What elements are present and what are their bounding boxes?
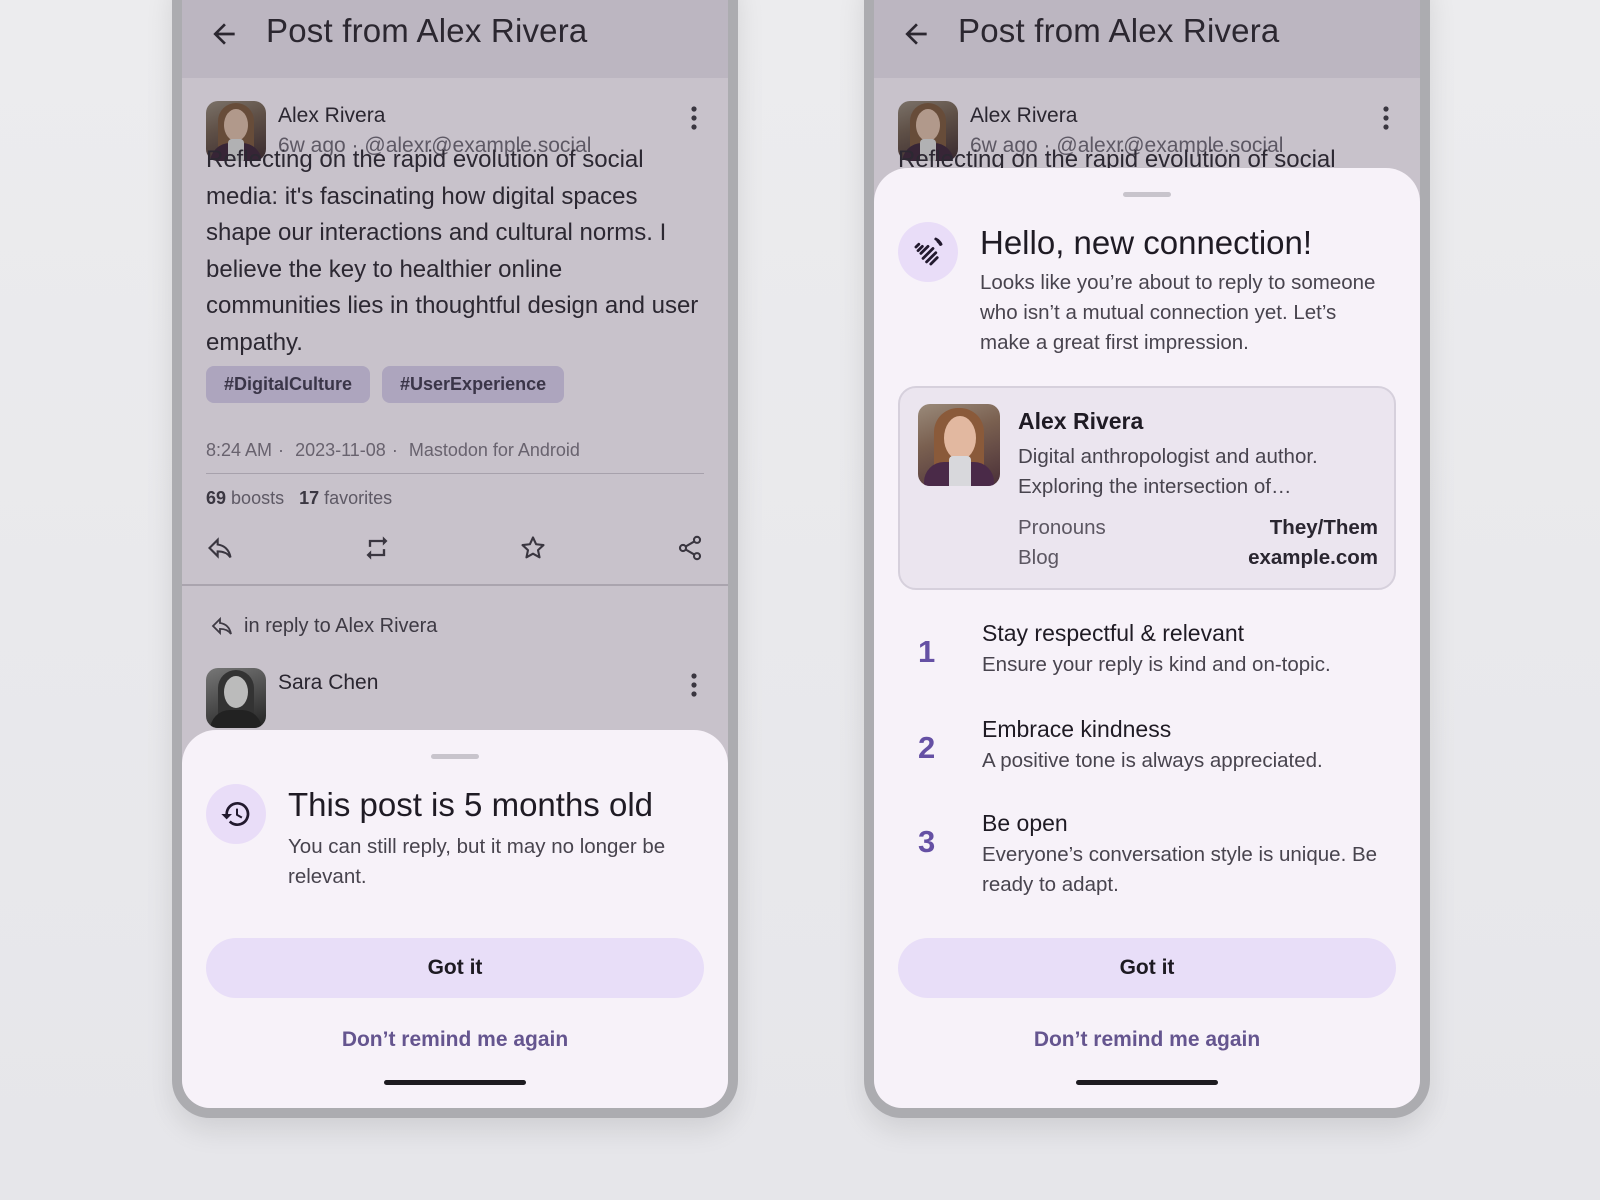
sheet-body: You can still reply, but it may no longe… <box>288 835 666 888</box>
more-vert-icon[interactable] <box>690 672 698 698</box>
in-reply-to[interactable]: in reply to Alex Rivera <box>210 614 437 638</box>
post-actions <box>206 534 704 566</box>
phone-right: Post from Alex Rivera Alex Rivera 6w ago… <box>864 0 1430 1118</box>
post-stats: 69 boosts 17 favorites <box>206 488 392 509</box>
reply-icon[interactable] <box>206 534 234 562</box>
post-date: 2023-11-08 <box>295 440 386 460</box>
home-indicator <box>384 1080 526 1085</box>
tip-description: A positive tone is always appreciated. <box>982 749 1323 772</box>
tip-description: Everyone’s conversation style is unique.… <box>982 843 1378 896</box>
tip-item: 3 Be open Everyone’s conversation style … <box>898 810 1396 900</box>
reply-header: Sara Chen <box>206 668 704 728</box>
in-reply-to-label: in reply to Alex Rivera <box>244 614 438 637</box>
dont-remind-button[interactable]: Don’t remind me again <box>874 1028 1420 1052</box>
tip-number: 3 <box>918 824 936 859</box>
home-indicator <box>1076 1080 1218 1085</box>
hashtag-chip[interactable]: #UserExperience <box>382 366 565 403</box>
divider <box>182 584 728 586</box>
drag-handle[interactable] <box>431 754 479 759</box>
author-name[interactable]: Alex Rivera <box>278 104 385 128</box>
bottom-sheet: Hello, new connection! Looks like you’re… <box>874 168 1420 1108</box>
tip-title: Embrace kindness <box>982 716 1172 742</box>
favorites-label[interactable]: favorites <box>324 488 392 508</box>
sheet-title: This post is 5 months old <box>288 786 653 823</box>
phone-left: Post from Alex Rivera Alex Rivera 6w ago… <box>172 0 738 1118</box>
more-vert-icon[interactable] <box>690 105 698 131</box>
avatar[interactable] <box>206 668 266 728</box>
profile-field-label: Blog <box>1018 546 1060 569</box>
top-app-bar: Post from Alex Rivera <box>874 0 1420 78</box>
profile-field-value[interactable]: example.com <box>1248 546 1378 570</box>
post-time: 8:24 AM <box>206 440 273 460</box>
profile-field-label: Pronouns <box>1018 516 1106 539</box>
boosts-count[interactable]: 69 <box>206 488 226 508</box>
reply-icon <box>211 616 232 636</box>
boosts-label[interactable]: boosts <box>231 488 284 508</box>
profile-field-row: Pronouns They/Them <box>1018 516 1378 540</box>
profile-card[interactable]: Alex Rivera Digital anthropologist and a… <box>898 386 1396 590</box>
tip-title: Be open <box>982 810 1068 836</box>
profile-field-row: Blog example.com <box>1018 546 1378 570</box>
tip-item: 1 Stay respectful & relevant Ensure your… <box>898 620 1396 700</box>
tip-number: 2 <box>918 730 936 765</box>
divider <box>206 473 704 474</box>
post-client: Mastodon for Android <box>408 440 580 460</box>
page-title: Post from Alex Rivera <box>266 12 588 49</box>
back-arrow-icon[interactable] <box>208 18 240 50</box>
wave-hand-icon <box>898 222 958 282</box>
more-vert-icon[interactable] <box>1382 105 1390 131</box>
hashtag-chip[interactable]: #DigitalCulture <box>206 366 371 403</box>
history-icon <box>206 784 266 844</box>
tip-item: 2 Embrace kindness A positive tone is al… <box>898 716 1396 796</box>
post-meta-line: 8:24 AM · 2023-11-08 · Mastodon for Androi… <box>206 440 580 460</box>
author-name[interactable]: Alex Rivera <box>970 104 1077 128</box>
got-it-button[interactable]: Got it <box>206 938 704 998</box>
favorites-count[interactable]: 17 <box>299 488 319 508</box>
hashtag-list: #DigitalCulture #UserExperience <box>206 366 565 403</box>
share-icon[interactable] <box>676 534 704 562</box>
back-arrow-icon[interactable] <box>900 18 932 50</box>
author-name[interactable]: Sara Chen <box>278 671 378 695</box>
sheet-body: Looks like you’re about to reply to some… <box>980 271 1376 354</box>
profile-bio: Digital anthropologist and author. Explo… <box>1018 445 1318 498</box>
boost-icon[interactable] <box>363 534 391 562</box>
page-title: Post from Alex Rivera <box>958 12 1280 49</box>
profile-name: Alex Rivera <box>1018 408 1144 434</box>
bottom-sheet: This post is 5 months old You can still … <box>182 730 728 1108</box>
star-icon[interactable] <box>519 534 547 562</box>
top-app-bar: Post from Alex Rivera <box>182 0 728 78</box>
got-it-button[interactable]: Got it <box>898 938 1396 998</box>
post-text: Reflecting on the rapid evolution of soc… <box>206 146 699 356</box>
sheet-title: Hello, new connection! <box>980 224 1313 261</box>
tip-description: Ensure your reply is kind and on-topic. <box>982 653 1331 676</box>
tip-number: 1 <box>918 634 936 669</box>
tip-title: Stay respectful & relevant <box>982 620 1245 646</box>
drag-handle[interactable] <box>1123 192 1171 197</box>
avatar <box>918 404 1000 486</box>
dont-remind-button[interactable]: Don’t remind me again <box>182 1028 728 1052</box>
profile-field-value: They/Them <box>1269 516 1378 539</box>
